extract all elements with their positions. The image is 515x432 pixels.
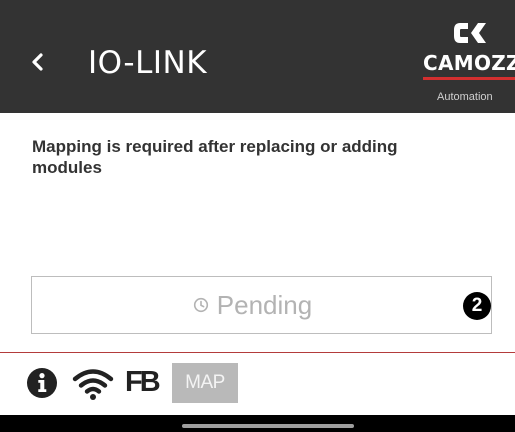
map-button[interactable]: MAP bbox=[172, 363, 238, 403]
status-content: Pending bbox=[32, 277, 491, 333]
status-text: Pending bbox=[216, 289, 313, 320]
info-button[interactable] bbox=[26, 367, 58, 399]
mapping-status-field[interactable]: Pending 2 bbox=[31, 276, 492, 334]
step-badge: 2 bbox=[463, 292, 491, 320]
info-icon bbox=[27, 368, 57, 398]
header-bar: IO-LINK CAMOZZI Automation bbox=[0, 0, 515, 113]
page-title: IO-LINK bbox=[88, 45, 208, 81]
mapping-message: Mapping is required after replacing or a… bbox=[32, 137, 398, 177]
system-nav-bar bbox=[0, 415, 515, 432]
bottom-toolbar: FB MAP bbox=[0, 353, 515, 415]
logo-accent-rule bbox=[423, 77, 515, 80]
company-logo: CAMOZZI Automation bbox=[420, 20, 515, 106]
logo-tagline: Automation bbox=[437, 91, 493, 103]
fb-button[interactable]: FB bbox=[125, 366, 161, 398]
chevron-left-icon bbox=[32, 53, 43, 71]
logo-mark-icon bbox=[454, 23, 486, 43]
home-indicator[interactable] bbox=[182, 424, 354, 428]
logo-wordmark: CAMOZZI bbox=[423, 51, 515, 75]
back-button[interactable] bbox=[22, 45, 52, 79]
wifi-button[interactable] bbox=[72, 367, 114, 401]
wifi-icon bbox=[72, 369, 114, 400]
clock-icon bbox=[193, 297, 209, 313]
